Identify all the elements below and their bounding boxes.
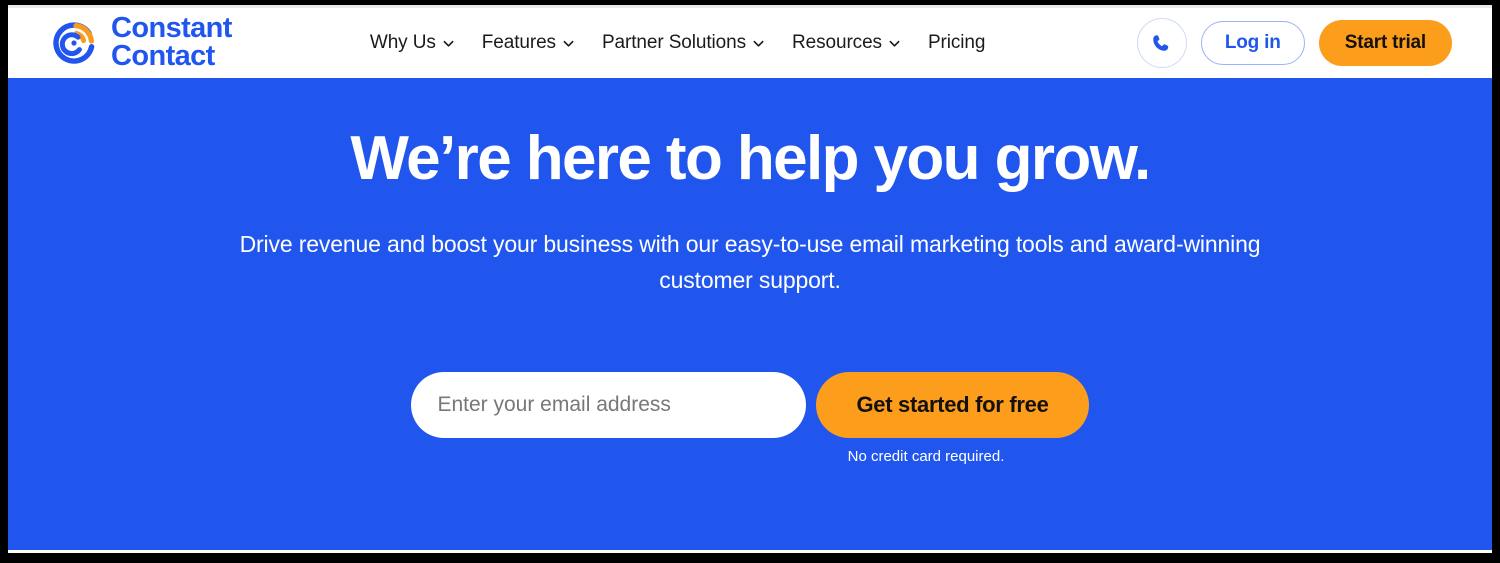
nav-item-why-us[interactable]: Why Us bbox=[370, 32, 454, 54]
logo-wordmark-line1: Constant bbox=[111, 12, 232, 45]
login-button[interactable]: Log in bbox=[1200, 21, 1305, 65]
nav-item-partner-solutions[interactable]: Partner Solutions bbox=[602, 32, 764, 54]
get-started-button[interactable]: Get started for free bbox=[816, 372, 1089, 439]
page-root: Constant Contact Why Us Features Partner… bbox=[8, 5, 1492, 553]
nav-item-label: Why Us bbox=[369, 32, 436, 53]
constant-contact-swirl-logo-icon bbox=[48, 17, 100, 69]
nav-item-label: Features bbox=[481, 32, 556, 53]
chevron-down-icon bbox=[563, 38, 574, 49]
no-credit-card-disclaimer: No credit card required. bbox=[847, 448, 1005, 466]
nav-item-label: Partner Solutions bbox=[601, 32, 747, 53]
nav-item-pricing[interactable]: Pricing bbox=[928, 32, 985, 54]
header-actions: Log in Start trial bbox=[1136, 18, 1484, 68]
chevron-down-icon bbox=[443, 38, 454, 49]
chevron-down-icon bbox=[889, 38, 900, 49]
nav-item-resources[interactable]: Resources bbox=[792, 32, 900, 54]
nav-item-label: Resources bbox=[792, 32, 882, 53]
phone-icon bbox=[1150, 32, 1173, 55]
email-input[interactable] bbox=[411, 372, 807, 439]
hero-subtitle: Drive revenue and boost your business wi… bbox=[239, 230, 1261, 294]
phone-contact-button[interactable] bbox=[1136, 18, 1187, 68]
logo-wordmark-line2: Contact bbox=[111, 40, 215, 72]
hero-title: We’re here to help you grow. bbox=[350, 124, 1151, 193]
main-navigation: Why Us Features Partner Solutions Resour… bbox=[370, 32, 986, 54]
hero-signup-form: Get started for free bbox=[8, 372, 1492, 439]
start-trial-button[interactable]: Start trial bbox=[1318, 20, 1452, 66]
chevron-down-icon bbox=[753, 38, 764, 49]
logo-home-link[interactable]: Constant Contact bbox=[48, 12, 232, 72]
site-header: Constant Contact Why Us Features Partner… bbox=[8, 8, 1492, 78]
nav-item-features[interactable]: Features bbox=[482, 32, 574, 54]
screenshot-frame: Constant Contact Why Us Features Partner… bbox=[0, 0, 1500, 563]
hero-section: We’re here to help you grow. Drive reven… bbox=[8, 78, 1492, 550]
logo-wordmark: Constant Contact bbox=[111, 12, 232, 72]
nav-item-label: Pricing bbox=[927, 32, 986, 53]
